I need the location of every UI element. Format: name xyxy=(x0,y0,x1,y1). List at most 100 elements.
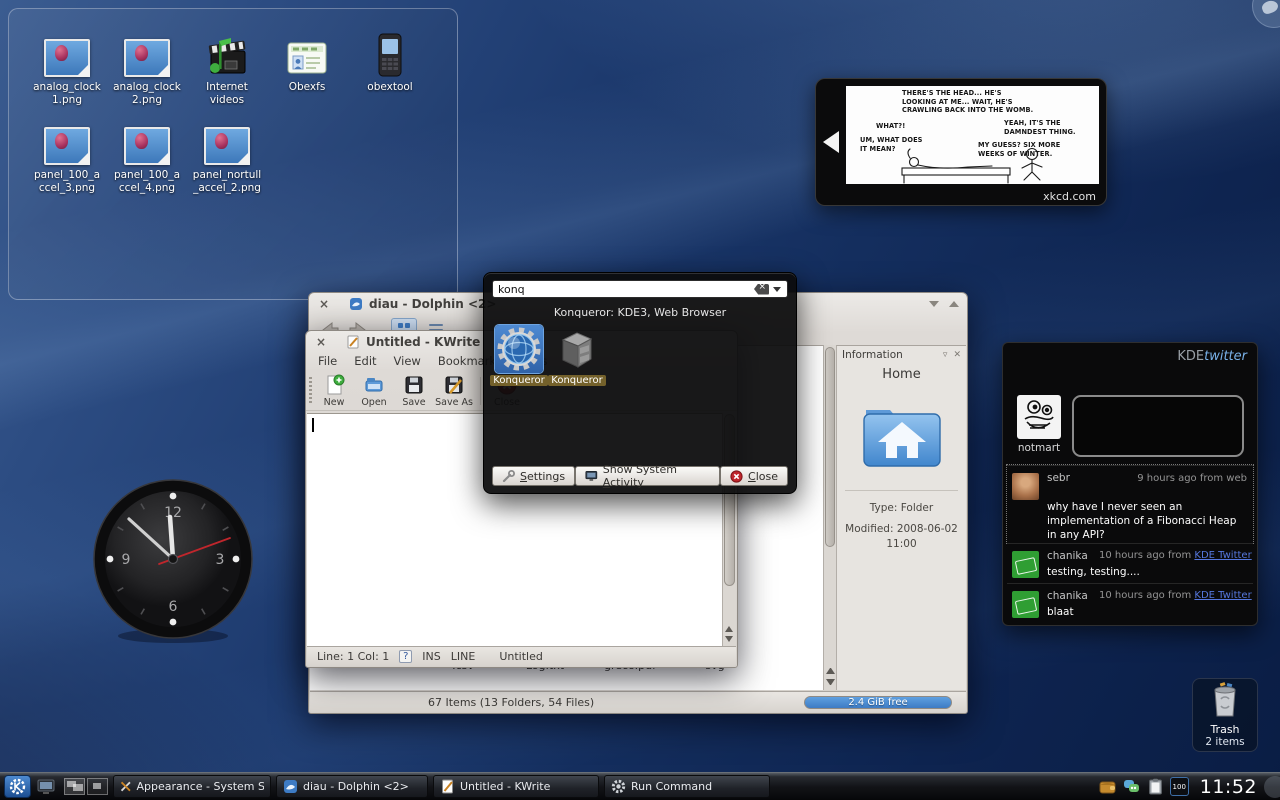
clock-numeral-12: 12 xyxy=(164,505,182,521)
window-title: diau - Dolphin <2> xyxy=(369,297,496,311)
tweet-item[interactable]: sebr 9 hours ago from web why have I nev… xyxy=(1007,465,1253,543)
menu-file[interactable]: File xyxy=(318,354,337,368)
home-folder-icon xyxy=(856,396,948,474)
show-system-activity-button[interactable]: Show System Activity xyxy=(575,466,720,486)
kwallet-tray-icon[interactable] xyxy=(1098,777,1117,796)
previous-comic-arrow-icon[interactable] xyxy=(823,131,839,153)
hour-hand xyxy=(170,517,173,559)
analog-clock-widget[interactable]: 12 3 6 9 xyxy=(92,478,254,646)
desktop-icon-internet-videos[interactable]: Internet videos xyxy=(189,29,265,107)
new-document-button[interactable]: New xyxy=(316,374,352,408)
kmenu-button[interactable] xyxy=(4,775,31,798)
desktop-icon-label: panel_100_a ccel_4.png xyxy=(109,169,185,195)
folder-view-widget: analog_clock 1.png analog_clock 2.png xyxy=(8,8,458,300)
panel-float-icon[interactable]: ▿ xyxy=(943,350,948,360)
task-dolphin[interactable]: diau - Dolphin <2> xyxy=(276,775,428,798)
pager-desktop-2[interactable] xyxy=(87,778,108,795)
dolphin-statusbar: 67 Items (13 Folders, 54 Files) 2.4 GiB … xyxy=(310,691,966,712)
minimize-icon[interactable] xyxy=(929,301,939,307)
floppy-save-as-icon xyxy=(443,374,465,396)
desktop-icon-panel-nortull-accel-2[interactable]: panel_nortull _accel_2.png xyxy=(189,117,265,195)
plasma-toolbox-cashew[interactable] xyxy=(1252,0,1280,28)
close-icon[interactable] xyxy=(314,335,328,349)
gear-icon xyxy=(611,779,626,794)
chat-tray-icon[interactable] xyxy=(1122,777,1141,796)
task-systemsettings[interactable]: Appearance - System Settings xyxy=(113,775,271,798)
open-document-button[interactable]: Open xyxy=(356,374,392,408)
run-command-input[interactable] xyxy=(493,283,754,296)
floppy-save-icon xyxy=(403,374,425,396)
save-as-button[interactable]: Save As xyxy=(436,374,472,408)
menu-edit[interactable]: Edit xyxy=(354,354,376,368)
device-notifier-icon[interactable] xyxy=(36,777,55,796)
task-label: diau - Dolphin <2> xyxy=(303,780,409,793)
pager-desktop-1[interactable] xyxy=(64,778,85,795)
help-badge[interactable]: ? xyxy=(399,650,412,663)
task-run-command[interactable]: Run Command xyxy=(604,775,770,798)
kwrite-statusbar: Line: 1 Col: 1 ? INS LINE Untitled xyxy=(307,646,736,666)
notmart-avatar-icon xyxy=(1017,395,1061,439)
tweet-source-link[interactable]: KDE Twitter xyxy=(1194,590,1251,601)
file-modified-info: Modified: 2008-06-02 11:00 xyxy=(837,522,966,552)
result-label: Konqueror xyxy=(490,375,547,386)
konqueror-globe-icon xyxy=(497,327,541,371)
result-konqueror-filemanager[interactable]: Konqueror xyxy=(552,325,602,386)
task-kwrite[interactable]: Untitled - KWrite xyxy=(433,775,599,798)
scroll-down-icon[interactable] xyxy=(725,636,733,642)
tweet-item[interactable]: chanika 10 hours ago from KDE Twitter te… xyxy=(1007,543,1253,583)
file-manager-box-icon xyxy=(555,327,599,371)
scrollbar-thumb[interactable] xyxy=(825,347,835,547)
battery-tray-icon[interactable]: 100 xyxy=(1170,777,1189,796)
settings-button[interactable]: Settings xyxy=(492,466,575,486)
scroll-up-icon[interactable] xyxy=(826,668,835,674)
desktop-icon-panel-100-accel-4[interactable]: panel_100_a ccel_4.png xyxy=(109,117,185,195)
desktop-icon-label: analog_clock 2.png xyxy=(109,81,185,107)
maximize-icon[interactable] xyxy=(949,301,959,307)
tweet-timestamp: 9 hours ago from web xyxy=(1119,472,1247,485)
digital-clock[interactable]: 11:52 xyxy=(1200,776,1257,798)
free-space-label: 2.4 GiB free xyxy=(805,697,951,709)
trash-widget[interactable]: Trash 2 items xyxy=(1192,678,1258,752)
result-label: Konqueror xyxy=(548,375,605,386)
task-label: Run Command xyxy=(631,780,712,793)
scroll-down-icon[interactable] xyxy=(826,679,835,685)
close-button[interactable]: Close xyxy=(720,466,788,486)
tweet-item[interactable]: chanika 10 hours ago from KDE Twitter bl… xyxy=(1007,583,1253,623)
desktop-icon-obextool[interactable]: obextool xyxy=(352,29,428,94)
klipper-tray-icon[interactable] xyxy=(1146,777,1165,796)
task-label: Appearance - System Settings xyxy=(136,780,264,793)
xkcd-site-label: xkcd.com xyxy=(1043,190,1096,203)
dolphin-app-icon xyxy=(349,297,363,311)
desktop-icon-label: obextool xyxy=(352,81,428,94)
match-description: Konqueror: KDE3, Web Browser xyxy=(484,306,796,319)
tweet-source-link[interactable]: KDE Twitter xyxy=(1194,550,1251,561)
tweet-body: testing, testing.... xyxy=(1047,565,1245,579)
information-panel-title: Information xyxy=(842,349,903,361)
tweet-compose-input[interactable] xyxy=(1072,395,1244,457)
tweet-author: chanika xyxy=(1047,550,1088,562)
chevron-down-icon[interactable] xyxy=(773,287,781,292)
desktop-icon-obexfs[interactable]: Obexfs xyxy=(269,29,345,94)
desktop-icon-analog-clock-1[interactable]: analog_clock 1.png xyxy=(29,29,105,107)
tweet-timestamp: 10 hours ago from KDE Twitter xyxy=(1099,550,1252,561)
run-command-inputwrap xyxy=(492,280,788,298)
menu-view[interactable]: View xyxy=(394,354,421,368)
xkcd-comic-widget: THERE'S THE HEAD... HE'S LOOKING AT ME..… xyxy=(815,78,1107,206)
trash-can-icon xyxy=(1208,682,1242,718)
dolphin-vertical-scrollbar[interactable] xyxy=(823,345,836,690)
desktop: analog_clock 1.png analog_clock 2.png xyxy=(0,0,1280,800)
items-count-label: 67 Items (13 Folders, 54 Files) xyxy=(428,696,594,709)
desktop-icon-panel-100-accel-3[interactable]: panel_100_a ccel_3.png xyxy=(29,117,105,195)
scroll-up-icon[interactable] xyxy=(725,626,733,632)
result-konqueror-web[interactable]: Konqueror xyxy=(494,325,544,386)
desktop-icon-analog-clock-2[interactable]: analog_clock 2.png xyxy=(109,29,185,107)
close-icon[interactable] xyxy=(317,297,331,311)
save-button[interactable]: Save xyxy=(396,374,432,408)
image-thumbnail-icon xyxy=(204,127,250,165)
clear-text-icon[interactable] xyxy=(754,284,769,295)
tweet-avatar xyxy=(1012,551,1039,578)
tweet-avatar xyxy=(1012,591,1039,618)
panel-close-icon[interactable]: ✕ xyxy=(953,350,961,360)
desktop-icon-label: panel_nortull _accel_2.png xyxy=(189,169,265,195)
panel-toolbox-cashew[interactable] xyxy=(1264,776,1280,798)
